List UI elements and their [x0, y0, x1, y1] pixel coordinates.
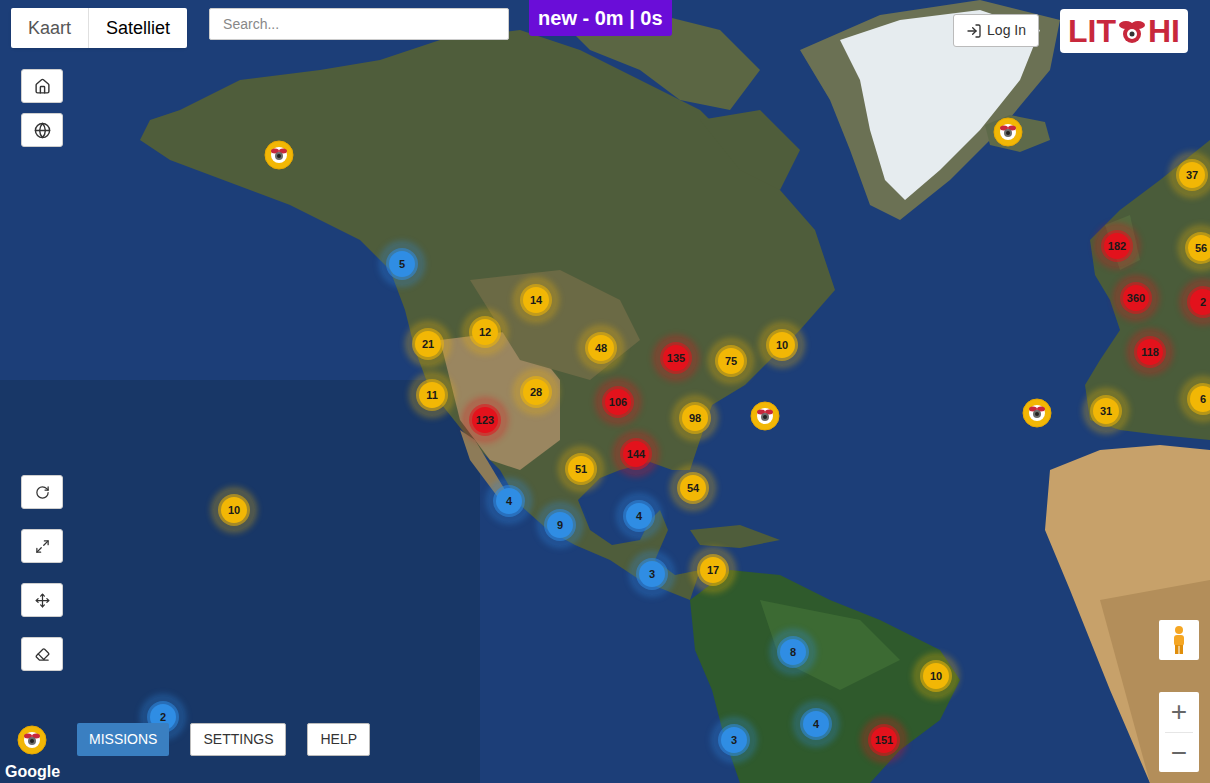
mission-cluster[interactable]: 9 — [539, 504, 581, 546]
zoom-out-button[interactable]: − — [1171, 733, 1187, 772]
move-icon — [35, 593, 50, 608]
mission-cluster[interactable]: 31 — [1085, 390, 1127, 432]
right-controls: +− — [1159, 620, 1199, 772]
mission-cluster[interactable]: 48 — [580, 327, 622, 369]
refresh-icon — [35, 485, 50, 500]
mission-cluster[interactable]: 118 — [1129, 331, 1171, 373]
mission-cluster[interactable]: 11 — [411, 374, 453, 416]
mission-cluster[interactable]: 151 — [863, 719, 905, 761]
map-type-tab[interactable]: Satelliet — [89, 8, 187, 48]
login-icon — [966, 23, 982, 39]
mission-cluster[interactable]: 10 — [213, 489, 255, 531]
bottom-button[interactable]: SETTINGS — [190, 723, 286, 756]
drone-marker-icon[interactable] — [993, 117, 1023, 147]
mission-cluster[interactable]: 10 — [915, 655, 957, 697]
bottom-buttons: MISSIONS SETTINGS HELP — [77, 723, 370, 756]
globe-button[interactable] — [21, 113, 63, 147]
mission-cluster[interactable]: 75 — [710, 340, 752, 382]
home-icon — [34, 78, 51, 95]
login-button[interactable]: Log In — [953, 14, 1039, 47]
mission-cluster[interactable]: 4 — [618, 495, 660, 537]
mission-cluster[interactable]: 123 — [464, 399, 506, 441]
mission-cluster[interactable]: 10 — [761, 324, 803, 366]
mission-cluster[interactable]: 51 — [560, 448, 602, 490]
street-view-button[interactable] — [1159, 620, 1199, 660]
mission-cluster[interactable]: 3 — [631, 553, 673, 595]
mission-cluster[interactable]: 28 — [515, 371, 557, 413]
mission-cluster[interactable]: 106 — [597, 381, 639, 423]
mission-cluster[interactable]: 144 — [615, 433, 657, 475]
refresh-button[interactable] — [21, 475, 63, 509]
eraser-button[interactable] — [21, 637, 63, 671]
bottom-button[interactable]: HELP — [307, 723, 370, 756]
mission-cluster[interactable]: 4 — [488, 480, 530, 522]
mission-cluster[interactable]: 21 — [407, 323, 449, 365]
mission-cluster[interactable]: 14 — [515, 279, 557, 321]
mission-cluster[interactable]: 98 — [674, 397, 716, 439]
move-button[interactable] — [21, 583, 63, 617]
mission-cluster[interactable]: 54 — [672, 467, 714, 509]
drone-marker-icon[interactable] — [264, 140, 294, 170]
mission-cluster[interactable]: 37 — [1171, 154, 1210, 196]
google-attribution: Google — [5, 764, 60, 780]
mission-cluster[interactable]: 5 — [381, 243, 423, 285]
litchi-logo[interactable]: LITHI — [1060, 9, 1188, 53]
map-type-tab[interactable]: Kaart — [11, 8, 89, 48]
mission-cluster[interactable]: 135 — [655, 337, 697, 379]
pegman-icon — [1169, 625, 1189, 655]
fullscreen-button[interactable] — [21, 529, 63, 563]
search-input[interactable] — [209, 8, 509, 40]
zoom-in-button[interactable]: + — [1171, 692, 1187, 732]
globe-icon — [34, 122, 51, 139]
top-controls: KaartSatelliet new - 0m | 0s Log In LITHI — [11, 0, 1188, 53]
logo-drone-icon — [1117, 16, 1147, 46]
expand-icon — [35, 539, 50, 554]
mission-cluster[interactable]: 3 — [713, 719, 755, 761]
mission-cluster[interactable]: 360 — [1115, 277, 1157, 319]
mission-cluster[interactable]: 8 — [772, 631, 814, 673]
eraser-icon — [35, 647, 50, 662]
home-button[interactable] — [21, 69, 63, 103]
new-timer-badge: new - 0m | 0s — [529, 0, 672, 36]
mission-cluster[interactable]: 182 — [1096, 225, 1138, 267]
map-type-tabs: KaartSatelliet — [11, 8, 187, 48]
drone-marker-icon[interactable] — [1022, 398, 1052, 428]
zoom-control: +− — [1159, 692, 1199, 772]
mission-cluster[interactable]: 17 — [692, 549, 734, 591]
mission-cluster[interactable]: 12 — [464, 311, 506, 353]
left-controls-top — [21, 69, 63, 147]
drone-marker-icon[interactable] — [750, 401, 780, 431]
drone-marker-icon[interactable] — [17, 725, 47, 755]
mission-cluster[interactable]: 4 — [795, 703, 837, 745]
left-controls-bottom — [21, 475, 63, 671]
litchi-map-page: 5142112481357510112812310698144514945410… — [0, 0, 1210, 783]
bottom-button[interactable]: MISSIONS — [77, 723, 169, 756]
